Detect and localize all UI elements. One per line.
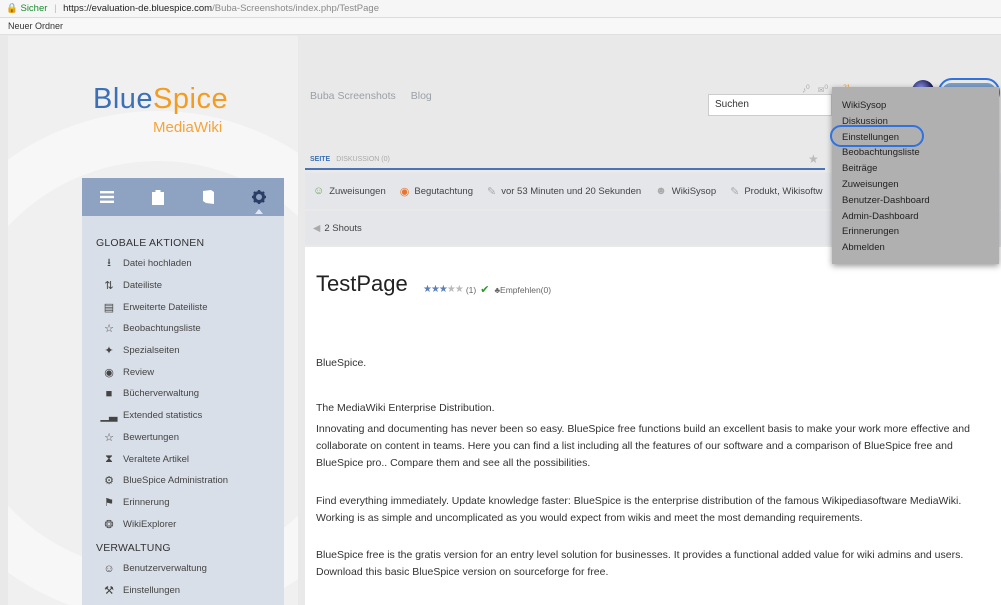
category-item[interactable]: ✎ Produkt, Wikisoftw <box>730 185 822 198</box>
user-dropdown-menu: WikiSysop Diskussion Einstellungen Beoba… <box>832 87 999 264</box>
book-icon[interactable] <box>197 186 219 208</box>
menu-item-watchlist[interactable]: Beobachtungsliste <box>842 145 999 161</box>
menu-item-reminders[interactable]: Erinnerungen <box>842 224 999 240</box>
page-tabs: SEITE DISKUSSION (0) <box>310 156 390 163</box>
page-content: TestPage ★★★★★ (1) ✔ ♣Empfehlen(0) BlueS… <box>305 247 1001 605</box>
paragraph: Find everything immediately. Update know… <box>316 495 962 524</box>
book-icon: ■ <box>105 387 113 400</box>
nav-link-blog[interactable]: Blog <box>411 90 432 102</box>
section-global-actions: GLOBALE AKTIONEN <box>96 237 205 249</box>
search-input[interactable]: Suchen <box>708 94 832 116</box>
paragraph: BlueSpice. <box>316 357 367 369</box>
last-edit-item[interactable]: ✎ vor 53 Minuten und 20 Sekunden <box>487 185 641 198</box>
gear-icon[interactable] <box>248 186 270 208</box>
rating-stars[interactable]: ★★★★★ <box>423 284 464 295</box>
author-item[interactable]: ☻ WikiSysop <box>655 185 716 197</box>
address-bar[interactable]: 🔒 Sicher | https://evaluation-de.bluespi… <box>0 0 1001 18</box>
url-path: /Buba-Screenshots/index.php/TestPage <box>212 3 379 14</box>
nav-link-buba[interactable]: Buba Screenshots <box>310 90 396 102</box>
section-administration: VERWALTUNG <box>96 541 171 554</box>
tab-discussion[interactable]: DISKUSSION (0) <box>336 156 390 163</box>
flag-icon: ⚑ <box>104 496 114 509</box>
sort-icon: ⇅ <box>104 280 114 293</box>
upload-icon: ⭳ <box>107 257 111 270</box>
rating-widget[interactable]: ★★★★★ (1) ✔ ♣Empfehlen(0) <box>423 283 551 296</box>
review-item[interactable]: ◉ Begutachtung <box>400 185 473 198</box>
paragraph: BlueSpice free is the gratis version for… <box>316 549 964 578</box>
tab-page[interactable]: SEITE <box>310 156 330 163</box>
star-icon: ☆ <box>104 431 114 444</box>
mail-icon[interactable]: ✉0 <box>818 84 828 95</box>
wand-icon: ✦ <box>104 345 114 358</box>
bluespice-logo[interactable]: BlueSpice MediaWiki <box>93 83 263 153</box>
sidebar-item-books[interactable]: ■ Bücherverwaltung <box>82 383 284 405</box>
sidebar-item-review[interactable]: ◉ Review <box>82 361 284 383</box>
assignments-item[interactable]: ☺ Zuweisungen <box>313 185 386 197</box>
sidebar-menu: GLOBALE AKTIONEN ⭳ Datei hochladen ⇅ Datei… <box>82 216 284 605</box>
highlight-ring-preferences <box>830 125 924 147</box>
menu-item-assignments[interactable]: Zuweisungen <box>842 177 999 193</box>
clipboard-icon[interactable] <box>147 186 169 208</box>
megaphone-icon: ◀ <box>313 222 321 234</box>
menu-icon[interactable] <box>96 186 118 208</box>
sidebar-item-ratings[interactable]: ☆ Bewertungen <box>82 427 284 449</box>
pencil-icon: ✎ <box>487 185 497 198</box>
menu-item-admin-dashboard[interactable]: Admin-Dashboard <box>842 209 999 225</box>
compass-icon: ❂ <box>104 518 114 531</box>
sidebar-item-statistics[interactable]: ▁▃ Extended statistics <box>82 405 284 427</box>
recommend-link[interactable]: ♣Empfehlen(0) <box>494 285 551 295</box>
tag-icon: ✎ <box>730 185 740 198</box>
sidebar-item-watchlist[interactable]: ☆ Beobachtungsliste <box>82 318 284 340</box>
eye-icon: ◉ <box>104 366 114 379</box>
check-icon: ✔ <box>480 284 490 296</box>
sidebar-item-filelist[interactable]: ⇅ Dateiliste <box>82 275 284 297</box>
user-icon: ☺ <box>313 185 325 197</box>
paragraph: Innovating and documenting has never bee… <box>316 423 970 469</box>
watch-star-icon[interactable]: ★ <box>808 152 819 166</box>
sidebar-item-bluespice-admin[interactable]: ⚙ BlueSpice Administration <box>82 470 284 492</box>
hourglass-icon: ⧗ <box>105 452 113 465</box>
lock-icon: 🔒 <box>6 3 18 14</box>
gear-icon: ⚙ <box>104 475 114 488</box>
sidebar-item-expired-articles[interactable]: ⧗ Veraltete Artikel <box>82 448 284 470</box>
list-icon: ▤ <box>103 301 115 314</box>
wrench-icon: ⚒ <box>104 584 114 597</box>
sidebar-item-settings[interactable]: ⚒ Einstellungen <box>82 580 284 602</box>
user-icon: ☻ <box>655 185 667 197</box>
bar-chart-icon: ▁▃ <box>100 410 118 423</box>
sidebar-item-wikiexplorer[interactable]: ❂ WikiExplorer <box>82 513 284 535</box>
sidebar-item-user-management[interactable]: ☺ Benutzerverwaltung <box>82 558 284 580</box>
menu-item-user-dashboard[interactable]: Benutzer-Dashboard <box>842 193 999 209</box>
sidebar-item-extended-filelist[interactable]: ▤ Erweiterte Dateiliste <box>82 296 284 318</box>
bookmark-folder[interactable]: Neuer Ordner <box>8 21 63 31</box>
bell-icon[interactable]: ♪0 <box>802 84 810 95</box>
sidebar-item-reminder[interactable]: ⚑ Erinnerung <box>82 492 284 514</box>
bookmarks-bar: Neuer Ordner <box>0 18 1001 35</box>
sidebar-item-upload[interactable]: ⭳ Datei hochladen <box>82 253 284 275</box>
star-icon: ☆ <box>104 323 114 336</box>
top-navigation: Buba Screenshots Blog <box>310 90 444 102</box>
secure-label: Sicher <box>20 3 48 14</box>
menu-item-logout[interactable]: Abmelden <box>842 240 999 256</box>
menu-item-username[interactable]: WikiSysop <box>842 98 999 114</box>
url-host: https://evaluation-de.bluespice.com <box>63 3 213 14</box>
page-title: TestPage <box>316 271 408 296</box>
eye-icon: ◉ <box>399 185 410 198</box>
menu-item-contributions[interactable]: Beiträge <box>842 161 999 177</box>
sidebar-tab-bar <box>82 178 284 216</box>
paragraph: The MediaWiki Enterprise Distribution. <box>316 402 495 414</box>
users-icon: ☺ <box>103 562 115 575</box>
sidebar-item-special-pages[interactable]: ✦ Spezialseiten <box>82 340 284 362</box>
